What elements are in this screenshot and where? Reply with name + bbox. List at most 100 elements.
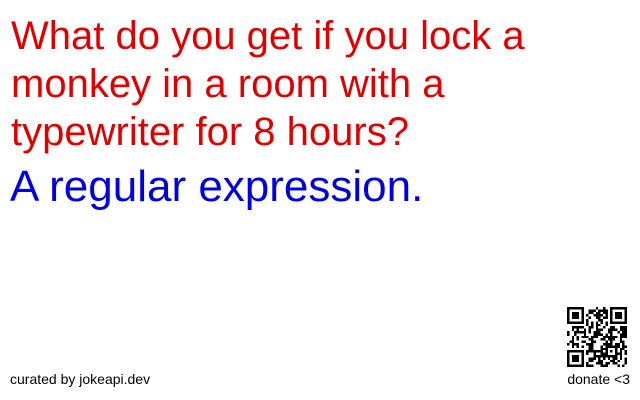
qr-module: [598, 319, 601, 322]
qr-module: [624, 362, 627, 365]
qr-module: [624, 316, 627, 319]
qr-module: [593, 309, 596, 312]
qr-module: [619, 335, 623, 339]
qr-module: [612, 328, 615, 331]
qr-code-icon[interactable]: [567, 307, 627, 367]
qr-module: [615, 357, 618, 360]
qr-module: [571, 314, 575, 317]
qr-module: [569, 364, 572, 367]
qr-module: [576, 331, 579, 334]
qr-module: [571, 338, 575, 341]
qr-module: [605, 316, 608, 319]
qr-module: [610, 335, 613, 339]
qr-module: [622, 333, 625, 336]
qr-module: [595, 350, 599, 353]
qr-module: [612, 362, 615, 365]
qr-module: [615, 355, 618, 358]
qr-module: [588, 311, 591, 315]
qr-module: [607, 343, 611, 346]
qr-module: [605, 347, 608, 351]
qr-module: [615, 307, 618, 310]
qr-module: [567, 316, 570, 319]
qr-module: [576, 343, 579, 346]
qr-module: [624, 345, 627, 348]
qr-module: [605, 311, 608, 315]
qr-module: [571, 326, 575, 329]
qr-module: [624, 321, 627, 324]
qr-module: [595, 307, 599, 310]
qr-module: [581, 355, 584, 358]
qr-module: [598, 350, 601, 353]
qr-module: [571, 345, 575, 348]
qr-module: [574, 333, 577, 336]
qr-module: [595, 328, 599, 331]
qr-module: [581, 311, 584, 315]
qr-module: [605, 314, 608, 317]
qr-module: [588, 343, 591, 346]
qr-module: [591, 359, 594, 363]
qr-module: [610, 328, 613, 331]
qr-module: [586, 352, 589, 355]
qr-module: [571, 311, 575, 315]
qr-module: [581, 350, 584, 353]
donate-link[interactable]: donate <3: [567, 371, 630, 387]
qr-module: [586, 323, 589, 327]
qr-module: [603, 364, 606, 367]
qr-module: [567, 311, 570, 315]
qr-module: [605, 350, 608, 353]
qr-module: [586, 335, 589, 339]
joke-punchline: A regular expression.: [10, 162, 424, 211]
qr-module: [622, 364, 625, 367]
qr-module: [576, 338, 579, 341]
qr-module: [588, 326, 591, 329]
qr-module: [624, 350, 627, 353]
qr-module: [581, 362, 584, 365]
qr-module: [619, 333, 623, 336]
qr-module: [600, 347, 603, 351]
qr-module: [567, 359, 570, 363]
qr-module: [591, 321, 594, 324]
qr-module: [576, 335, 579, 339]
joke-setup: What do you get if you lock a monkey in …: [11, 14, 525, 154]
qr-module: [569, 307, 572, 310]
qr-module: [605, 343, 608, 346]
qr-module: [593, 314, 596, 317]
qr-module: [574, 314, 577, 317]
qr-module: [605, 335, 608, 339]
qr-module: [574, 364, 577, 367]
qr-module: [588, 347, 591, 351]
qr-module: [579, 321, 582, 324]
qr-module: [588, 316, 591, 319]
qr-module: [617, 314, 620, 317]
qr-module: [574, 355, 577, 358]
qr-module: [567, 321, 570, 324]
qr-module: [567, 364, 570, 367]
qr-module: [607, 357, 611, 360]
qr-module: [576, 307, 579, 310]
qr-module: [593, 340, 596, 343]
qr-module: [605, 321, 608, 324]
qr-module: [567, 307, 570, 310]
qr-module: [588, 357, 591, 360]
qr-module: [624, 311, 627, 315]
qr-module: [576, 357, 579, 360]
qr-module: [615, 311, 618, 315]
qr-module: [598, 355, 601, 358]
qr-module: [593, 335, 596, 339]
qr-module: [595, 331, 599, 334]
qr-module: [579, 326, 582, 329]
qr-module: [607, 338, 611, 341]
qr-module: [576, 350, 579, 353]
qr-module: [588, 328, 591, 331]
qr-module: [615, 335, 618, 339]
qr-module: [571, 307, 575, 310]
qr-module: [576, 311, 579, 315]
qr-module: [600, 321, 603, 324]
qr-module: [567, 331, 570, 334]
qr-module: [605, 340, 608, 343]
qr-module: [591, 350, 594, 353]
qr-module: [624, 319, 627, 322]
qr-module: [567, 314, 570, 317]
qr-module: [619, 326, 623, 329]
qr-module: [603, 357, 606, 360]
